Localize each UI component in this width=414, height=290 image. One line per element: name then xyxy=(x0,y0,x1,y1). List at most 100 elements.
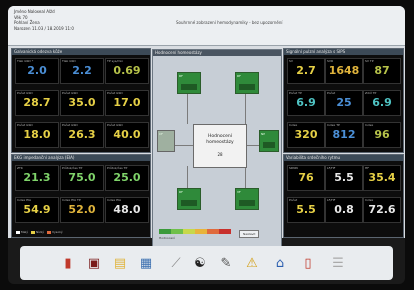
yin-yang-icon[interactable]: ☯ xyxy=(192,254,208,272)
metric-value: 96 xyxy=(374,128,390,141)
metric-cell: Index EIA 48.0 xyxy=(105,197,149,223)
node-label: CF xyxy=(159,132,163,136)
metric-value: 5.5 xyxy=(334,171,354,184)
metric-cell: Zdrž TP 6.9 xyxy=(363,90,401,116)
panel-gsr: Galvanická odezva kůže Tlak GSD * 2.0 Tlak… xyxy=(11,48,151,153)
metric-value: 52.0 xyxy=(68,203,96,216)
metric-label: HF xyxy=(365,166,369,170)
metric-label: SV TP xyxy=(365,59,374,63)
warning-icon[interactable]: ⚠ xyxy=(244,254,260,272)
metric-cell: Počet GSD 26.3 xyxy=(60,122,104,148)
bottom-toolbar: ▮ ▣ ▤ ▦ ⟋ ☯ ✎ ⚠ ⌂ ▯ ☰ xyxy=(20,246,393,280)
metric-label: Počet GSD xyxy=(62,123,78,127)
metric-label: Počet xyxy=(327,91,336,95)
metric-cell: Počet GSD 40.0 xyxy=(105,122,149,148)
metric-value: 17.0 xyxy=(113,96,141,109)
metric-label: Počet GSD xyxy=(62,91,78,95)
metric-cell: Index 96 xyxy=(363,122,401,148)
metric-value: 320 xyxy=(294,128,318,141)
panel-hrv: Variabilita srdečního rytmu SDNN 76 LF/HF 5… xyxy=(283,154,404,238)
metric-label: Počet GSD xyxy=(107,123,123,127)
metric-cell: Tlak GSD * 2.0 xyxy=(15,58,59,84)
node-label: NP xyxy=(261,132,266,136)
metric-label: Zdrž TP xyxy=(365,91,377,95)
node-label: VF xyxy=(237,190,241,194)
panel-sips: Signální pulzní analýza s SIPS SV 2.7 SVR 1… xyxy=(283,48,404,153)
metric-label: Tlak GSD xyxy=(62,59,76,63)
metric-label: ZTK xyxy=(17,166,23,170)
metric-label: Počet TP xyxy=(289,91,302,95)
metric-value: 2.0 xyxy=(27,64,47,77)
metric-value: 87 xyxy=(374,64,390,77)
node-indicator[interactable]: NP xyxy=(259,130,279,152)
homeostasis-panel: Hodnocení homeostázy RF RF NP RF VF CF H… xyxy=(152,49,282,247)
node-indicator[interactable]: CF xyxy=(157,130,175,152)
metric-cell: SDNN 76 xyxy=(287,165,325,191)
ruler-icon[interactable]: ⟋ xyxy=(168,254,184,272)
metric-cell: LF/HF 5.5 xyxy=(325,165,363,191)
metric-value: 75.0 xyxy=(68,171,96,184)
metric-cell: Počet 5.5 xyxy=(287,197,325,223)
metric-label: Index EIA xyxy=(17,198,32,202)
metric-value: 2.7 xyxy=(296,64,316,77)
metric-value: 812 xyxy=(332,128,356,141)
node-label: RF xyxy=(179,74,183,78)
metric-label: Index xyxy=(365,198,374,202)
notepad-icon[interactable]: ▤ xyxy=(112,254,128,272)
metric-cell: Index EIA 54.9 xyxy=(15,197,59,223)
files-icon[interactable]: ▯ xyxy=(300,254,316,272)
node-indicator[interactable]: RF xyxy=(235,72,259,94)
node-indicator[interactable]: RF xyxy=(177,72,201,94)
legend: Malý Nízký Vysoký xyxy=(14,230,63,235)
metric-value: 0.8 xyxy=(334,203,354,216)
metric-value: 18.0 xyxy=(23,128,51,141)
metric-cell: Průtok/čas TP 25.0 xyxy=(105,165,149,191)
node-label: RF xyxy=(237,74,241,78)
legend-item: Malý xyxy=(21,230,29,234)
legend-item: Nízký xyxy=(36,230,45,234)
metric-label: SV xyxy=(289,59,293,63)
metric-cell: Tlak GSD 2.2 xyxy=(60,58,104,84)
metric-cell: Index TP 812 xyxy=(325,122,363,148)
metric-label: Počet GSD xyxy=(17,91,33,95)
metric-cell: Průtok/čas TP 75.0 xyxy=(60,165,104,191)
legend-item: Vysoký xyxy=(52,230,63,234)
metric-value: 76 xyxy=(298,171,314,184)
menu-icon[interactable]: ☰ xyxy=(330,254,346,272)
pen-icon[interactable]: ✎ xyxy=(218,254,234,272)
metric-label: Počet xyxy=(289,198,298,202)
document-icon[interactable]: ▮ xyxy=(60,254,76,272)
metric-value: 25 xyxy=(336,96,352,109)
metric-label: Index xyxy=(289,123,298,127)
node-indicator[interactable]: RF xyxy=(177,188,201,210)
metric-cell: Počet TP 6.9 xyxy=(287,90,325,116)
metric-cell: Index EIA TP 52.0 xyxy=(60,197,104,223)
metric-cell: Index 72.6 xyxy=(363,197,401,223)
metric-label: Index EIA xyxy=(107,198,122,202)
node-indicator[interactable]: VF xyxy=(235,188,259,210)
metric-cell: SVR 1648 xyxy=(325,58,363,84)
metric-cell: TP sys/min 0.69 xyxy=(105,58,149,84)
panel-title: Hodnocení homeostázy xyxy=(153,50,281,56)
report-icon[interactable]: ▦ xyxy=(138,254,154,272)
homeostasis-scale xyxy=(159,229,231,234)
panel-title: EKG impedanční analýza (EIA) xyxy=(12,155,150,161)
hub-value: 28 xyxy=(217,152,223,157)
metric-value: 48.0 xyxy=(113,203,141,216)
settings-button[interactable]: Nastavit xyxy=(239,230,260,238)
status-message: Souhrnné zobrazení hemodynamiky - bez up… xyxy=(176,20,283,25)
metric-value: 6.9 xyxy=(372,96,392,109)
metric-label: Počet GSD xyxy=(107,91,123,95)
metric-cell: Počet GSD 35.0 xyxy=(60,90,104,116)
metric-value: 0.69 xyxy=(113,64,141,77)
patient-info-line: Narozen 11.03 / 18.2019 11:0 xyxy=(14,25,74,31)
metric-label: Počet GSD xyxy=(17,123,33,127)
home-icon[interactable]: ⌂ xyxy=(272,254,288,272)
metric-value: 21.3 xyxy=(23,171,51,184)
metric-cell: Počet 25 xyxy=(325,90,363,116)
metric-label: SDNN xyxy=(289,166,298,170)
metric-value: 5.5 xyxy=(296,203,316,216)
heart-monitor-icon[interactable]: ▣ xyxy=(86,254,102,272)
metric-value: 25.0 xyxy=(113,171,141,184)
metric-cell: Index 320 xyxy=(287,122,325,148)
